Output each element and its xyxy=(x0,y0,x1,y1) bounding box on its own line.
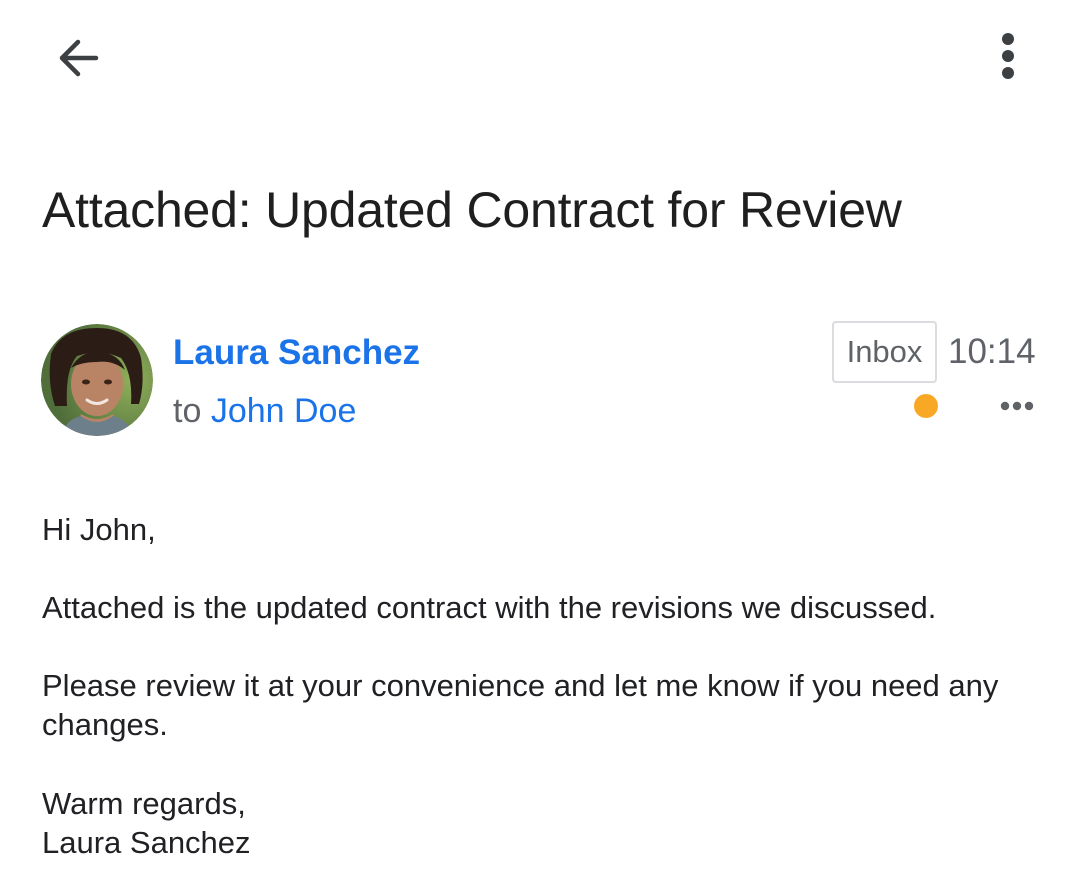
more-options-button[interactable] xyxy=(978,20,1038,96)
more-horiz-icon xyxy=(1000,401,1034,411)
recipient-line: to John Doe xyxy=(173,390,356,432)
body-paragraph: Attached is the updated contract with th… xyxy=(42,590,937,625)
sender-avatar[interactable] xyxy=(41,324,153,436)
profile-photo xyxy=(41,324,153,436)
body-signature: Laura Sanchez xyxy=(42,825,251,860)
arrow-left-icon xyxy=(59,39,99,77)
sender-name[interactable]: Laura Sanchez xyxy=(173,332,420,374)
recipient-prefix: to xyxy=(173,392,202,430)
top-app-bar xyxy=(0,0,1080,112)
back-button[interactable] xyxy=(40,20,116,96)
details-button[interactable] xyxy=(990,386,1044,426)
body-greeting: Hi John, xyxy=(42,512,156,547)
more-vert-icon xyxy=(1002,33,1014,79)
importance-marker[interactable] xyxy=(914,394,938,418)
body-signoff: Warm regards, xyxy=(42,786,246,821)
body-paragraph: Please review it at your convenience and… xyxy=(42,668,1008,742)
inbox-label-chip[interactable]: Inbox xyxy=(832,321,937,383)
email-time: 10:14 xyxy=(948,332,1036,371)
recipient-name[interactable]: John Doe xyxy=(211,392,357,430)
email-subject: Attached: Updated Contract for Review xyxy=(42,182,902,238)
